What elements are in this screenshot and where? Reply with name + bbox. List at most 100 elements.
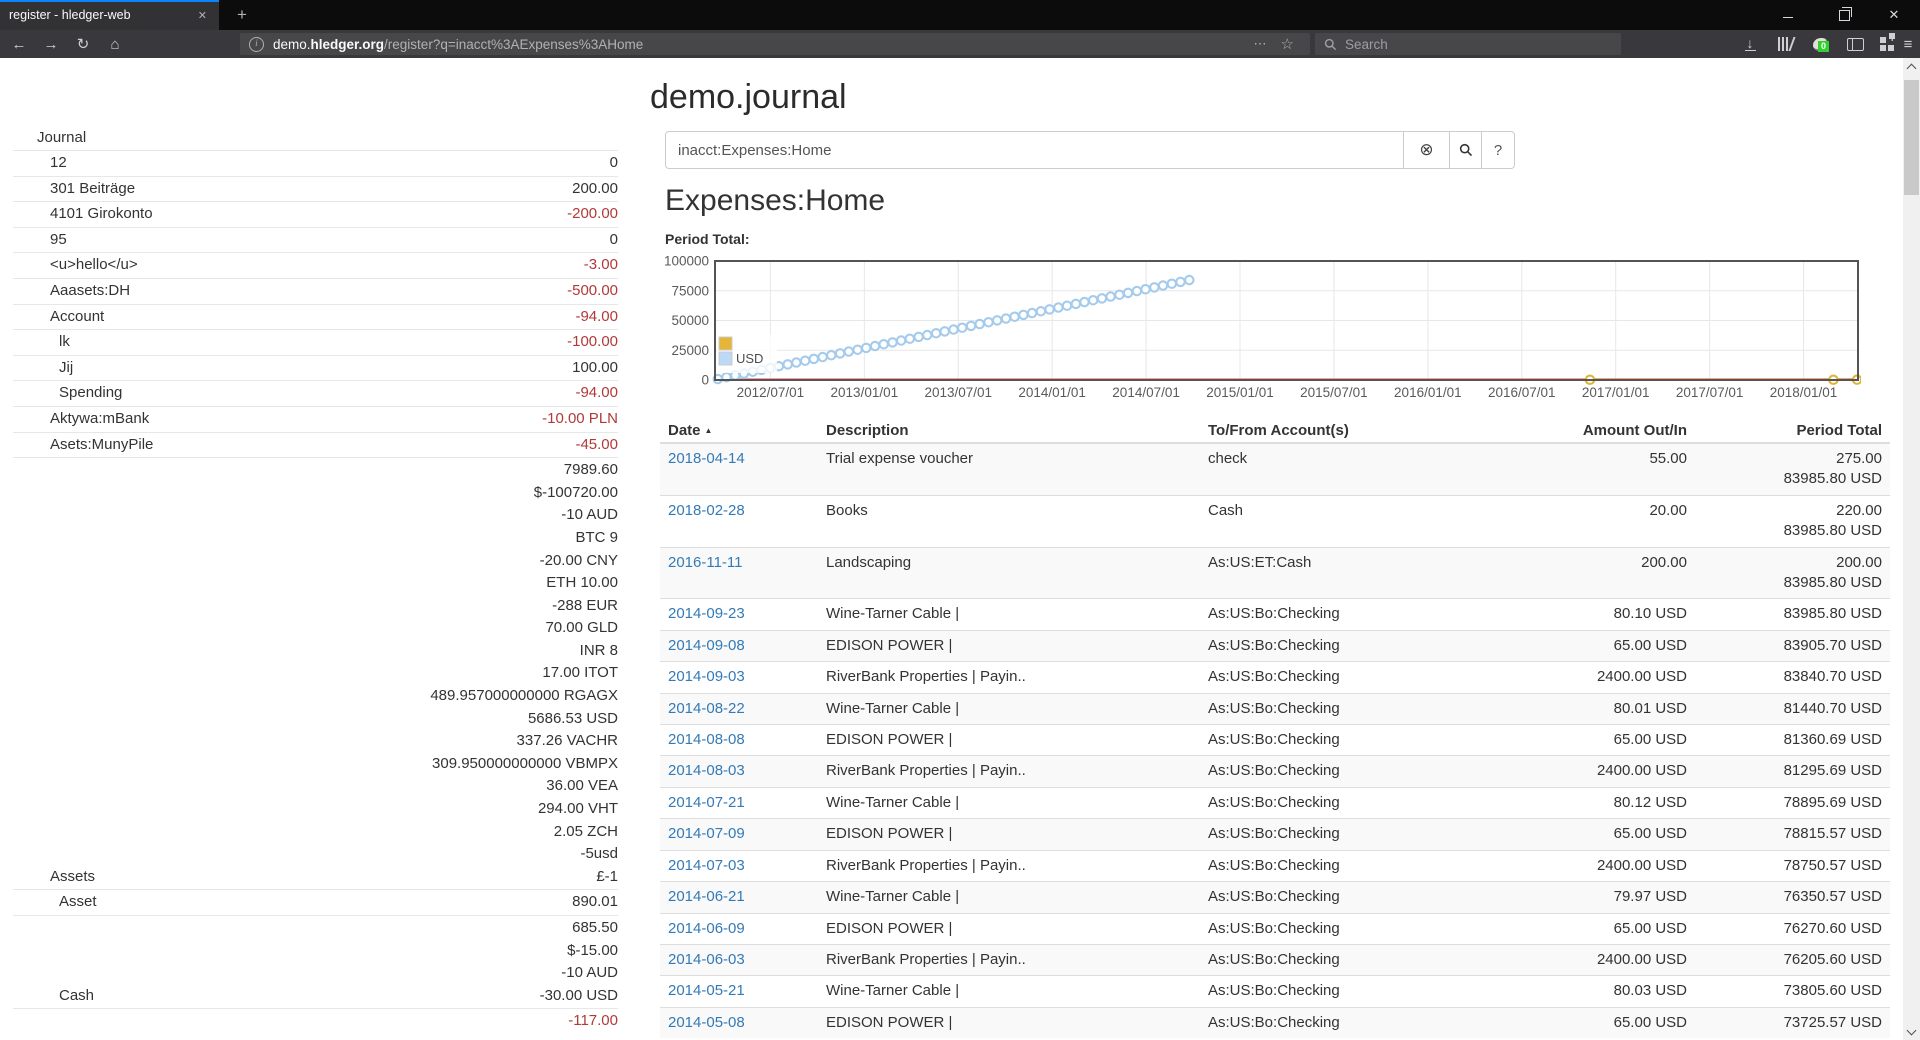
clear-query-button[interactable]: ⊗	[1403, 131, 1450, 169]
column-header-date[interactable]: Date▲	[660, 419, 818, 443]
date-link[interactable]: 2018-02-28	[668, 502, 745, 519]
svg-text:2016/07/01: 2016/07/01	[1488, 385, 1556, 400]
date-link[interactable]: 2014-09-08	[668, 637, 745, 654]
column-header-to-from-account-s-[interactable]: To/From Account(s)	[1200, 419, 1450, 443]
account-link[interactable]: 12	[13, 152, 67, 175]
date-link[interactable]: 2014-08-08	[668, 731, 745, 748]
register-row: 2014-08-22Wine-Tarner Cable |As:US:Bo:Ch…	[660, 693, 1890, 724]
sidebars-button[interactable]	[1840, 30, 1870, 58]
page-actions-icon[interactable]: ⋯	[1247, 36, 1274, 52]
date-link[interactable]: 2018-04-14	[668, 450, 745, 467]
window-minimize-button[interactable]	[1766, 0, 1810, 30]
help-button[interactable]: ?	[1481, 131, 1515, 169]
cell-description: EDISON POWER |	[818, 1007, 1200, 1038]
new-tab-button[interactable]: +	[226, 0, 258, 30]
date-link[interactable]: 2014-06-21	[668, 888, 745, 905]
cell-account: As:US:Bo:Checking	[1200, 725, 1450, 756]
browser-tab-active[interactable]: register - hledger-web ✕	[0, 0, 219, 30]
search-button[interactable]	[1449, 131, 1482, 169]
account-link[interactable]: Aktywa:mBank	[13, 408, 149, 431]
cell-description: EDISON POWER |	[818, 819, 1200, 850]
account-link[interactable]: Asset	[13, 891, 97, 914]
column-header-amount-out-in[interactable]: Amount Out/In	[1450, 419, 1695, 443]
account-link[interactable]: Aaasets:DH	[13, 280, 130, 303]
date-link[interactable]: 2014-09-23	[668, 605, 745, 622]
cell-account: As:US:Bo:Checking	[1200, 662, 1450, 693]
cell-period-total: 220.0083985.80 USD	[1695, 495, 1890, 547]
account-link[interactable]: Jij	[13, 357, 73, 380]
account-balance: 200.00	[572, 178, 618, 201]
page-scrollbar[interactable]	[1903, 58, 1920, 1040]
register-row: 2014-06-03RiverBank Properties | Payin..…	[660, 944, 1890, 975]
cell-description: Wine-Tarner Cable |	[818, 693, 1200, 724]
date-link[interactable]: 2014-08-22	[668, 700, 745, 717]
chart-title: Period Total:	[665, 231, 750, 247]
window-close-button[interactable]: ✕	[1872, 0, 1916, 30]
account-balance: -500.00	[567, 280, 618, 303]
cell-period-total: 76350.57 USD	[1695, 882, 1890, 913]
cell-account: As:US:Bo:Checking	[1200, 1007, 1450, 1038]
bookmark-star-icon[interactable]: ☆	[1274, 35, 1301, 53]
account-link[interactable]: lk	[13, 331, 70, 354]
date-link[interactable]: 2014-05-21	[668, 982, 745, 999]
svg-text:2014/01/01: 2014/01/01	[1018, 385, 1086, 400]
reload-button[interactable]: ↻	[68, 30, 98, 58]
account-balance: 685.50$-15.00-10 AUD-30.00 USD	[540, 917, 618, 1007]
account-balance: -200.00	[567, 203, 618, 226]
cell-account: As:US:Bo:Checking	[1200, 599, 1450, 630]
cell-description: EDISON POWER |	[818, 630, 1200, 661]
tab-close-icon[interactable]: ✕	[195, 8, 210, 23]
account-link[interactable]: Spending	[13, 382, 122, 405]
date-link[interactable]: 2014-07-21	[668, 794, 745, 811]
date-link[interactable]: 2016-11-11	[668, 554, 743, 571]
library-button[interactable]	[1770, 30, 1800, 58]
cell-description: Wine-Tarner Cable |	[818, 882, 1200, 913]
account-balance: 100.00	[572, 357, 618, 380]
cell-period-total: 83840.70 USD	[1695, 662, 1890, 693]
home-button[interactable]: ⌂	[100, 30, 130, 58]
downloads-button[interactable]: ↓	[1735, 30, 1765, 58]
register-row: 2018-02-28BooksCash20.00220.0083985.80 U…	[660, 495, 1890, 547]
menu-button[interactable]: ≡	[1896, 30, 1920, 58]
window-restore-button[interactable]	[1822, 0, 1866, 30]
svg-text:USD: USD	[736, 351, 763, 366]
cell-date: 2014-06-03	[660, 944, 818, 975]
cell-amount: 200.00	[1450, 547, 1695, 599]
scroll-up-arrow[interactable]	[1903, 58, 1920, 75]
date-link[interactable]: 2014-06-09	[668, 920, 745, 937]
browser-search-bar[interactable]: Search	[1315, 33, 1621, 55]
svg-text:2017/07/01: 2017/07/01	[1676, 385, 1744, 400]
account-balance: -117.00	[568, 1010, 618, 1033]
account-link[interactable]: Assets	[13, 866, 95, 889]
cell-date: 2014-09-03	[660, 662, 818, 693]
extension-button[interactable]: 0	[1805, 30, 1835, 58]
site-info-icon[interactable]: i	[249, 37, 264, 52]
account-link[interactable]: 95	[13, 229, 67, 252]
query-form: ⊗ ?	[665, 131, 1515, 169]
cell-period-total: 81295.69 USD	[1695, 756, 1890, 787]
cell-date: 2014-09-23	[660, 599, 818, 630]
account-link[interactable]: Cash	[13, 985, 94, 1008]
url-bar[interactable]: i demo.hledger.org/register?q=inacct%3AE…	[240, 33, 1310, 55]
query-input[interactable]	[665, 131, 1404, 169]
back-button[interactable]: ←	[4, 30, 34, 58]
column-header-description[interactable]: Description	[818, 419, 1200, 443]
cell-amount: 79.97 USD	[1450, 882, 1695, 913]
account-link[interactable]: 301 Beiträge	[13, 178, 135, 201]
date-link[interactable]: 2014-09-03	[668, 668, 745, 685]
journal-link[interactable]: Journal	[13, 125, 618, 151]
scroll-down-arrow[interactable]	[1903, 1023, 1920, 1040]
date-link[interactable]: 2014-07-03	[668, 857, 745, 874]
account-link[interactable]: 4101 Girokonto	[13, 203, 153, 226]
date-link[interactable]: 2014-05-08	[668, 1014, 745, 1031]
account-link[interactable]: Asets:MunyPile	[13, 434, 153, 457]
cell-period-total: 73725.57 USD	[1695, 1007, 1890, 1038]
forward-button[interactable]: →	[36, 30, 66, 58]
account-link[interactable]: Account	[13, 306, 104, 329]
date-link[interactable]: 2014-07-09	[668, 825, 745, 842]
column-header-period-total[interactable]: Period Total	[1695, 419, 1890, 443]
date-link[interactable]: 2014-08-03	[668, 762, 745, 779]
scrollbar-thumb[interactable]	[1904, 80, 1919, 195]
account-link[interactable]: <u>hello</u>	[13, 254, 138, 277]
date-link[interactable]: 2014-06-03	[668, 951, 745, 968]
